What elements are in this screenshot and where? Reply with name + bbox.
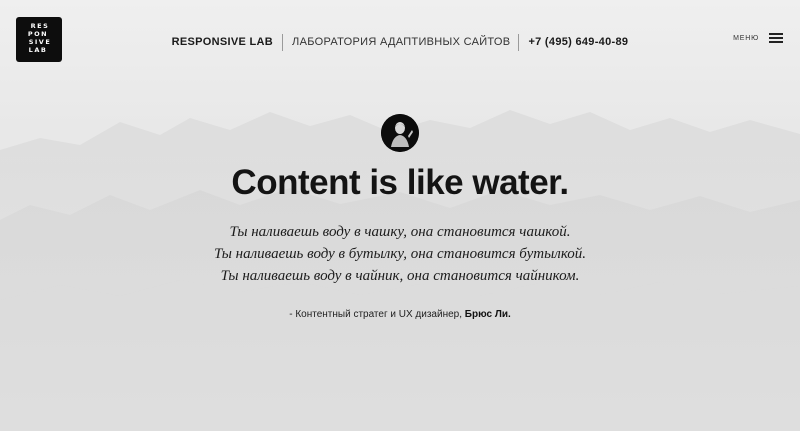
hero-quote: Ты наливаешь воду в чашку, она становитс…: [0, 221, 800, 287]
quote-line: Ты наливаешь воду в бутылку, она станови…: [213, 246, 587, 262]
quote-line: Ты наливаешь воду в чашку, она становитс…: [229, 224, 571, 240]
hero-background: [0, 0, 800, 431]
quote-line: Ты наливаешь воду в чайник, она становит…: [220, 268, 580, 284]
brand-name[interactable]: RESPONSIVE LAB: [172, 36, 282, 48]
hamburger-icon[interactable]: [769, 33, 783, 43]
phone-number[interactable]: +7 (495) 649-40-89: [519, 36, 628, 48]
menu-label: МЕНЮ: [733, 34, 759, 42]
attribution-role: - Контентный стратег и UX дизайнер,: [289, 309, 465, 320]
quote-attribution: - Контентный стратег и UX дизайнер, Брюс…: [0, 309, 800, 320]
logo-text-row: RES: [30, 22, 50, 30]
hero-headline: Content is like water.: [231, 163, 569, 202]
avatar-icon: [381, 114, 419, 152]
menu-button[interactable]: МЕНЮ: [733, 33, 783, 43]
attribution-name: Брюс Ли.: [464, 309, 511, 320]
brand-tagline: ЛАБОРАТОРИЯ АДАПТИВНЫХ САЙТОВ: [292, 36, 511, 48]
header-bar: RESPONSIVE LAB ЛАБОРАТОРИЯ АДАПТИВНЫХ СА…: [0, 33, 800, 51]
